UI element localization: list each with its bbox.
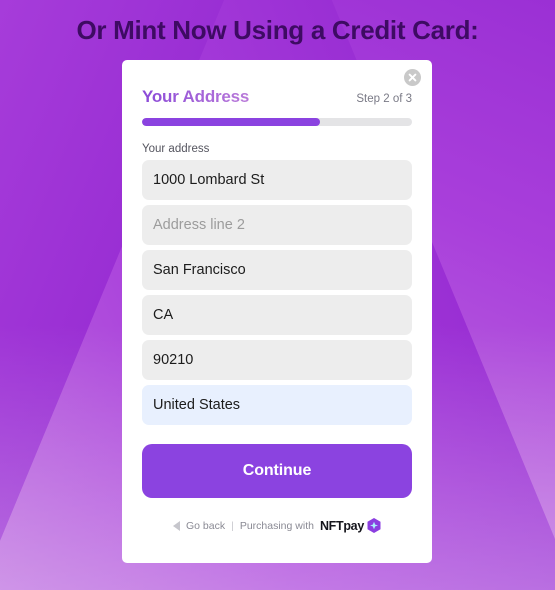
address-line-2-input[interactable] xyxy=(142,205,412,245)
progress-bar xyxy=(142,118,412,126)
close-icon[interactable] xyxy=(404,69,421,86)
progress-bar-fill xyxy=(142,118,321,126)
go-back-link[interactable]: Go back xyxy=(186,520,225,532)
state-input[interactable] xyxy=(142,295,412,335)
address-group-label: Your address xyxy=(142,143,210,155)
step-indicator: Step 2 of 3 xyxy=(356,93,412,105)
triangle-left-icon[interactable] xyxy=(172,520,180,531)
purchasing-with-label: Purchasing with xyxy=(239,519,314,532)
footer-divider: | xyxy=(231,519,234,532)
card-title: Your Address xyxy=(142,87,250,106)
nftpay-hexagon-icon xyxy=(367,518,381,533)
card-footer: Go back | Purchasing with NFTpay xyxy=(142,518,412,533)
city-input[interactable] xyxy=(142,250,412,290)
address-line-1-input[interactable] xyxy=(142,160,412,200)
country-input[interactable] xyxy=(142,385,412,425)
checkout-card: Your Address Step 2 of 3 Your address Co… xyxy=(122,60,432,563)
nftpay-brand: NFTpay xyxy=(320,518,381,533)
page-title: Or Mint Now Using a Credit Card: xyxy=(76,14,479,45)
page-header: Or Mint Now Using a Credit Card: xyxy=(0,0,555,60)
brand-name-label: NFTpay xyxy=(319,518,364,533)
continue-button[interactable]: Continue xyxy=(142,444,412,498)
postal-code-input[interactable] xyxy=(142,340,412,380)
card-header: Your Address Step 2 of 3 xyxy=(142,60,412,107)
